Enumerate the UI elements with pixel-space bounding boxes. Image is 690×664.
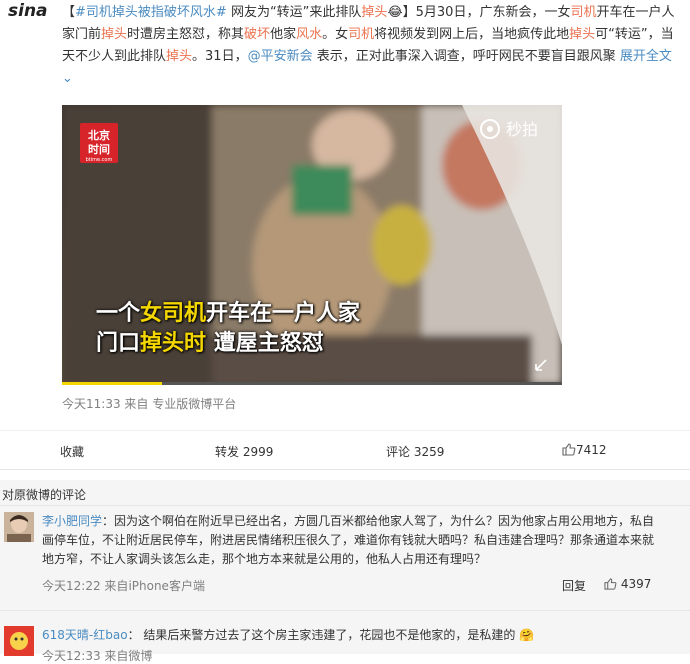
thumbs-up-icon: [604, 578, 617, 590]
post-text-segment: 表示，正对此事深入调查，呼吁网民不要盲目跟风聚: [312, 49, 620, 64]
post-text-segment: 【: [62, 5, 76, 20]
post-text-segment: 😂: [387, 5, 403, 20]
post-link[interactable]: #司机掉头被指破坏风水#: [75, 5, 227, 20]
comment-text: 李小肥同学：因为这个啊伯在附近早已经出名，方圆几百米都给他家人驾了，为什么？因为…: [42, 514, 655, 566]
comment-username[interactable]: 李小肥同学: [42, 514, 102, 528]
post-text-segment: 】5月30日，广东新会，一女: [402, 5, 571, 20]
svg-text:时间: 时间: [88, 142, 110, 156]
repost-button[interactable]: 转发 2999: [215, 443, 273, 460]
post-text-segment: 将视频发到网上后，当地疯传此地: [374, 27, 570, 42]
comment-button[interactable]: 评论 3259: [386, 443, 444, 460]
action-bar: 收藏 转发 2999 评论 3259 7412: [0, 430, 690, 470]
svg-text:btime.com: btime.com: [86, 157, 113, 163]
comment-meta: 今天12:22 来自iPhone客户端: [42, 579, 205, 593]
hug-emoji-icon: 🤗: [519, 628, 535, 642]
comment-like-button[interactable]: 4397: [604, 577, 651, 591]
post-text-segment: 。女: [322, 27, 349, 42]
post-keyword: 风水: [296, 27, 323, 42]
post-text-segment: 网友为“转运”来此排队: [226, 5, 362, 20]
post-keyword: 掉头: [101, 27, 128, 42]
like-button[interactable]: 7412: [562, 443, 607, 457]
post-keyword: 司机: [348, 27, 375, 42]
like-count: 7412: [576, 443, 607, 457]
thumbs-up-icon: [562, 443, 576, 456]
comment-username[interactable]: 618天晴-红bao: [42, 628, 128, 642]
comments-header: 对原微博的评论: [2, 488, 87, 502]
avatar[interactable]: [4, 626, 34, 656]
post-keyword: 司机: [570, 5, 597, 20]
post-text: 【#司机掉头被指破坏风水# 网友为“转运”来此排队掉头😂】5月30日，广东新会，…: [62, 2, 682, 90]
favorite-button[interactable]: 收藏: [60, 443, 84, 460]
post-time[interactable]: 今天11:33: [62, 397, 121, 411]
avatar[interactable]: [4, 512, 34, 542]
post-text-segment: 他家: [270, 27, 297, 42]
comment-section: 对原微博的评论 李小肥同学：因为这个啊伯在附近早已经出名，方圆几百米都给他家人驾…: [0, 480, 690, 663]
video-progress: [62, 382, 162, 385]
comment-source[interactable]: iPhone客户端: [128, 579, 205, 593]
comment-text: 618天晴-红bao： 结果后来警方过去了这个房主家违建了，花园也不是他家的，是…: [42, 628, 535, 642]
video-caption-line2: 门口掉头时 遭屋主怒怼: [96, 331, 324, 356]
post-text-segment: 时遭房主怒怼，称其: [127, 27, 245, 42]
post-meta: 今天11:33 来自 专业版微博平台: [62, 397, 237, 411]
sina-logo-text: sina: [8, 1, 48, 21]
post-keyword: 破坏: [244, 27, 271, 42]
post-keyword: 掉头: [569, 27, 596, 42]
video-player[interactable]: 北京 时间 btime.com 秒拍 一个女司机开车在一户人家 门口掉头时 遭屋…: [62, 105, 562, 385]
post-link[interactable]: @平安新会: [248, 49, 313, 64]
post-keyword: 掉头: [361, 5, 388, 20]
reply-button[interactable]: 回复: [562, 577, 586, 594]
svg-text:北京: 北京: [88, 128, 110, 142]
sina-logo[interactable]: sina: [6, 0, 52, 22]
post-keyword: 掉头: [166, 49, 193, 64]
post-text-segment: 。31日，: [192, 49, 248, 64]
video-caption-line1: 一个女司机开车在一户人家: [96, 301, 361, 326]
comment-meta: 今天12:33 来自微博: [42, 649, 153, 663]
post-source[interactable]: 专业版微博平台: [152, 397, 236, 411]
svg-text:秒拍: 秒拍: [506, 120, 538, 139]
